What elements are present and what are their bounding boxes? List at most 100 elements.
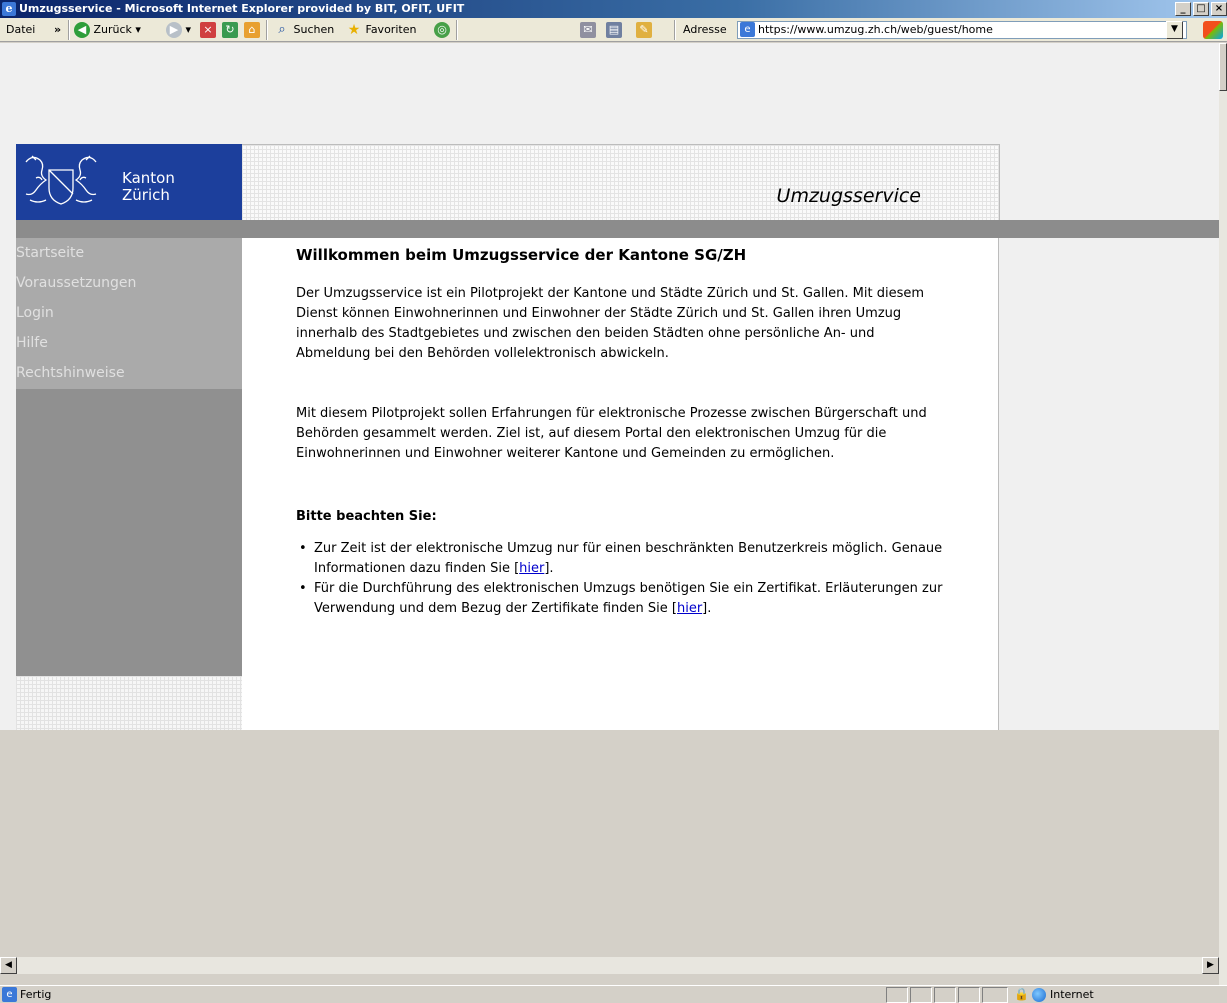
vertical-scrollbar[interactable] [1219,43,1227,985]
window-controls: _ □ × [1173,2,1227,16]
sidebar-item-startseite[interactable]: Startseite [16,238,242,268]
address-input[interactable]: e https://www.umzug.zh.ch/web/guest/home [737,21,1187,39]
pilot-paragraph: Mit diesem Pilotprojekt sollen Erfahrung… [296,406,927,461]
security-zone-label: Internet [1050,988,1094,1001]
back-label: Zurück [93,23,132,36]
sidebar-item-voraussetzungen[interactable]: Voraussetzungen [16,268,242,298]
window-title-bar[interactable]: e Umzugsservice - Microsoft Internet Exp… [0,0,1227,18]
sidebar-item-label: Rechtshinweise [16,365,125,381]
media-icon: ◎ [434,22,450,38]
browser-viewport: Kanton Zürich Umzugsservice Startseite V… [0,43,1227,985]
mail-icon: ✉ [580,22,596,38]
sidebar-item-label: Voraussetzungen [16,275,137,291]
internet-zone-globe-icon [1032,988,1046,1002]
note-list: Zur Zeit ist der elektronische Umzug nur… [296,539,956,619]
favorites-star-icon: ★ [347,22,361,38]
file-menu[interactable]: Datei [6,21,35,39]
ie-app-icon: e [2,2,16,16]
scroll-left-icon[interactable]: ◀ [0,957,17,974]
main-content: Willkommen beim Umzugsservice der Kanton… [242,238,999,730]
status-text: Fertig [20,988,52,1001]
logo-line-zuerich: Zürich [122,186,170,204]
header-divider-band [16,220,1219,238]
sidebar: Startseite Voraussetzungen Login Hilfe R… [16,238,242,730]
list-item: Zur Zeit ist der elektronische Umzug nur… [296,539,956,579]
info-link-hier[interactable]: hier [519,561,544,576]
back-button[interactable]: ◀ Zurück ▾ [74,21,141,39]
page-icon: e [740,22,755,37]
search-label: Suchen [293,23,335,36]
refresh-button[interactable]: ↻ [222,21,238,39]
note-heading: Bitte beachten Sie: [296,509,437,524]
sidebar-item-login[interactable]: Login [16,298,242,328]
toolbar-chevron[interactable]: » [54,21,61,39]
forward-arrow-icon: ▶ [166,22,182,38]
sidebar-item-hilfe[interactable]: Hilfe [16,328,242,358]
address-dropdown-icon[interactable]: ▼ [1166,21,1183,39]
edit-button[interactable]: ✎ [636,21,652,39]
mail-button[interactable]: ✉ [580,21,596,39]
print-button[interactable]: ▤ [606,21,622,39]
favorites-label: Favoriten [365,23,417,36]
header-banner: Umzugsservice [242,144,1000,220]
bullet-text: Zur Zeit ist der elektronische Umzug nur… [314,541,943,576]
toolbar-separator [456,20,458,40]
forward-button[interactable]: ▶ ▾ [166,21,191,39]
vertical-scroll-thumb[interactable] [1219,43,1227,91]
back-arrow-icon: ◀ [74,22,90,38]
maximize-button[interactable]: □ [1193,2,1209,16]
status-panel [958,987,980,1003]
bullet-end: ]. [544,561,554,576]
back-dropdown-icon[interactable]: ▾ [135,23,141,36]
status-bar: e Fertig 🔒 Internet [0,985,1227,1003]
address-label: Adresse [683,23,727,36]
search-button[interactable]: ⌕ Suchen [274,21,334,39]
windows-logo-icon [1203,21,1223,39]
sidebar-item-label: Hilfe [16,335,48,351]
service-title: Umzugsservice [776,185,921,207]
home-icon: ⌂ [244,22,260,38]
edit-icon: ✎ [636,22,652,38]
logo-text: Kanton Zürich [122,170,175,204]
stop-icon: × [200,22,216,38]
list-item: Für die Durchführung des elektronischen … [296,579,956,619]
toolbar-separator [674,20,676,40]
forward-dropdown-icon[interactable]: ▾ [186,23,192,36]
minimize-button[interactable]: _ [1175,2,1191,16]
intro-paragraph: Der Umzugsservice ist ein Pilotprojekt d… [296,286,925,361]
ssl-lock-icon[interactable]: 🔒 [1014,987,1029,1002]
home-button[interactable]: ⌂ [244,21,260,39]
right-empty-area [1000,238,1219,730]
bullet-end: ]. [702,601,712,616]
site-header: Kanton Zürich Umzugsservice [16,144,1219,220]
zurich-coat-of-arms-icon [25,155,97,205]
bullet-text: Für die Durchführung des elektronischen … [314,581,943,616]
status-panel [934,987,956,1003]
horizontal-scrollbar[interactable]: ◀ ▶ [0,957,1219,974]
favorites-button[interactable]: ★ Favoriten [346,21,417,39]
stop-button[interactable]: × [200,21,216,39]
address-value: https://www.umzug.zh.ch/web/guest/home [758,23,993,36]
page-status-icon: e [2,987,17,1002]
kanton-zuerich-logo[interactable]: Kanton Zürich [16,144,242,220]
media-button[interactable]: ◎ [434,21,450,39]
browser-toolbar: Datei » ◀ Zurück ▾ ▶ ▾ × ↻ ⌂ ⌕ Suchen ★ … [0,18,1227,42]
page-title: Willkommen beim Umzugsservice der Kanton… [296,246,747,264]
sidebar-item-label: Startseite [16,245,85,261]
toolbar-separator [266,20,268,40]
sidebar-nav: Startseite Voraussetzungen Login Hilfe R… [16,238,242,389]
toolbar-separator [68,20,70,40]
scroll-right-icon[interactable]: ▶ [1202,957,1219,974]
status-panel [886,987,908,1003]
close-button[interactable]: × [1211,2,1227,16]
window-title: Umzugsservice - Microsoft Internet Explo… [19,2,465,15]
search-icon: ⌕ [278,22,286,37]
sidebar-item-rechtshinweise[interactable]: Rechtshinweise [16,358,242,388]
status-panel [982,987,1008,1003]
sidebar-item-label: Login [16,305,54,321]
sidebar-grid-pattern [16,676,242,730]
logo-line-kanton: Kanton [122,169,175,187]
refresh-icon: ↻ [222,22,238,38]
status-panel [910,987,932,1003]
certificate-link-hier[interactable]: hier [677,601,702,616]
